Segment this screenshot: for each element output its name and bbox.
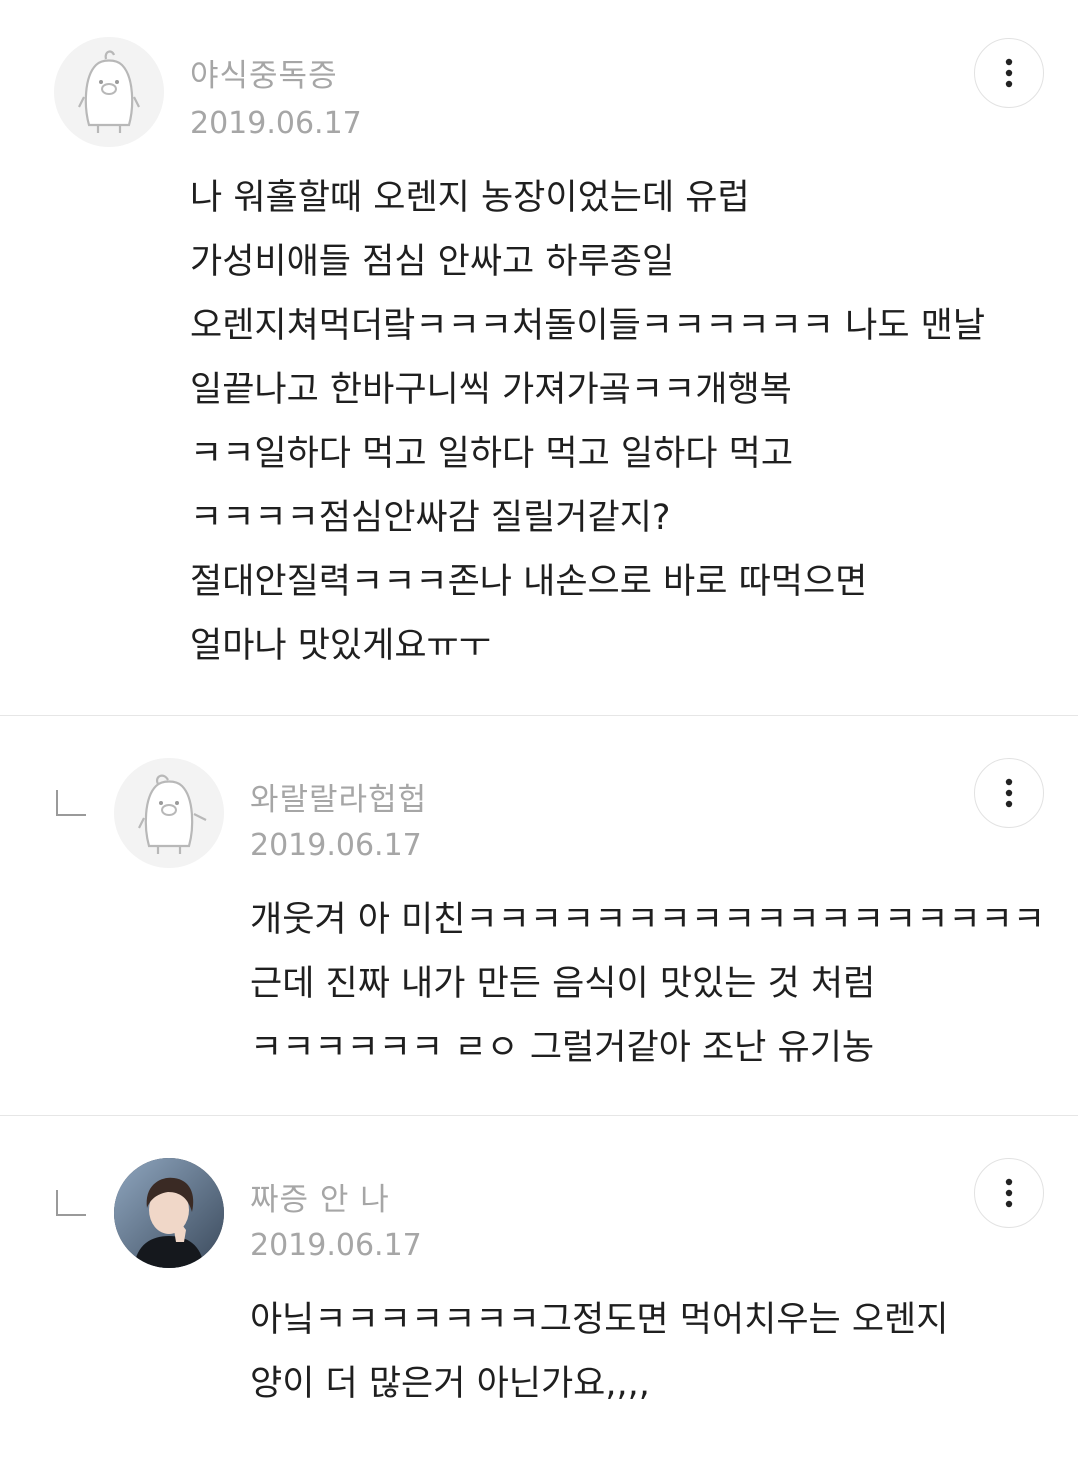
comment-line: ㅋㅋ일하다 먹고 일하다 먹고 일하다 먹고 — [190, 434, 794, 474]
reply-indent-icon — [56, 1190, 86, 1216]
comment-body: 아닠ㅋㅋㅋㅋㅋㅋㅋ그정도면 먹어치우는 오렌지 양이 더 많은거 아닌가요,,,… — [250, 1288, 948, 1416]
more-options-button[interactable] — [974, 758, 1044, 828]
comment-line: 얼마나 맛있게요ㅠㅜ — [190, 626, 491, 666]
avatar[interactable] — [114, 758, 224, 868]
avatar[interactable] — [54, 37, 164, 147]
penguin-default-icon — [114, 758, 224, 868]
comment-line: 양이 더 많은거 아닌가요,,,, — [250, 1364, 650, 1404]
penguin-default-icon — [54, 37, 164, 147]
comment-line: 오렌지쳐먹더랔ㅋㅋㅋ처돌이들ㅋㅋㅋㅋㅋㅋ 나도 맨날 — [190, 306, 986, 346]
comment-line: 절대안질력ㅋㅋㅋ존나 내손으로 바로 따먹으면 — [190, 562, 868, 602]
more-vertical-icon — [1005, 1178, 1013, 1208]
comment-author[interactable]: 야식중독증 — [190, 50, 338, 95]
comment-line: 나 워홀할때 오렌지 농장이었는데 유럽 — [190, 178, 750, 218]
comment-date: 2019.06.17 — [250, 1228, 422, 1263]
comment-body: 나 워홀할때 오렌지 농장이었는데 유럽 가성비애들 점심 안싸고 하루종일 오… — [190, 166, 985, 678]
user-photo-avatar — [114, 1158, 224, 1268]
reply-comment-item: 짜증 안 나 2019.06.17 아닠ㅋㅋㅋㅋㅋㅋㅋ그정도면 먹어치우는 오렌… — [0, 1116, 1078, 1466]
comment-author[interactable]: 짜증 안 나 — [250, 1174, 390, 1219]
comment-date: 2019.06.17 — [190, 106, 362, 141]
comment-line: 개웃겨 아 미친ㅋㅋㅋㅋㅋㅋㅋㅋㅋㅋㅋㅋㅋㅋㅋㅋㅋㅋ — [250, 900, 1046, 940]
comment-date: 2019.06.17 — [250, 828, 422, 863]
more-vertical-icon — [1005, 58, 1013, 88]
comment-item: 야식중독증 2019.06.17 나 워홀할때 오렌지 농장이었는데 유럽 가성… — [0, 0, 1078, 716]
more-vertical-icon — [1005, 778, 1013, 808]
reply-indent-icon — [56, 790, 86, 816]
more-options-button[interactable] — [974, 1158, 1044, 1228]
more-options-button[interactable] — [974, 38, 1044, 108]
comment-line: 아닠ㅋㅋㅋㅋㅋㅋㅋ그정도면 먹어치우는 오렌지 — [250, 1300, 949, 1340]
comment-author[interactable]: 와랄랄라헙헙 — [250, 774, 427, 819]
comment-line: ㅋㅋㅋㅋ점심안싸감 질릴거같지? — [190, 498, 671, 538]
comment-line: 근데 진짜 내가 만든 음식이 맛있는 것 처럼 — [250, 964, 876, 1004]
avatar[interactable] — [114, 1158, 224, 1268]
reply-comment-item: 와랄랄라헙헙 2019.06.17 개웃겨 아 미친ㅋㅋㅋㅋㅋㅋㅋㅋㅋㅋㅋㅋㅋㅋ… — [0, 716, 1078, 1116]
comment-body: 개웃겨 아 미친ㅋㅋㅋㅋㅋㅋㅋㅋㅋㅋㅋㅋㅋㅋㅋㅋㅋㅋ 근데 진짜 내가 만든 음… — [250, 888, 1045, 1080]
comment-line: 가성비애들 점심 안싸고 하루종일 — [190, 242, 675, 282]
comment-line: 일끝나고 한바구니씩 가져가곸ㅋㅋ개행복 — [190, 370, 792, 410]
comment-line: ㅋㅋㅋㅋㅋㅋ ㄹㅇ 그럴거같아 조난 유기농 — [250, 1028, 875, 1068]
